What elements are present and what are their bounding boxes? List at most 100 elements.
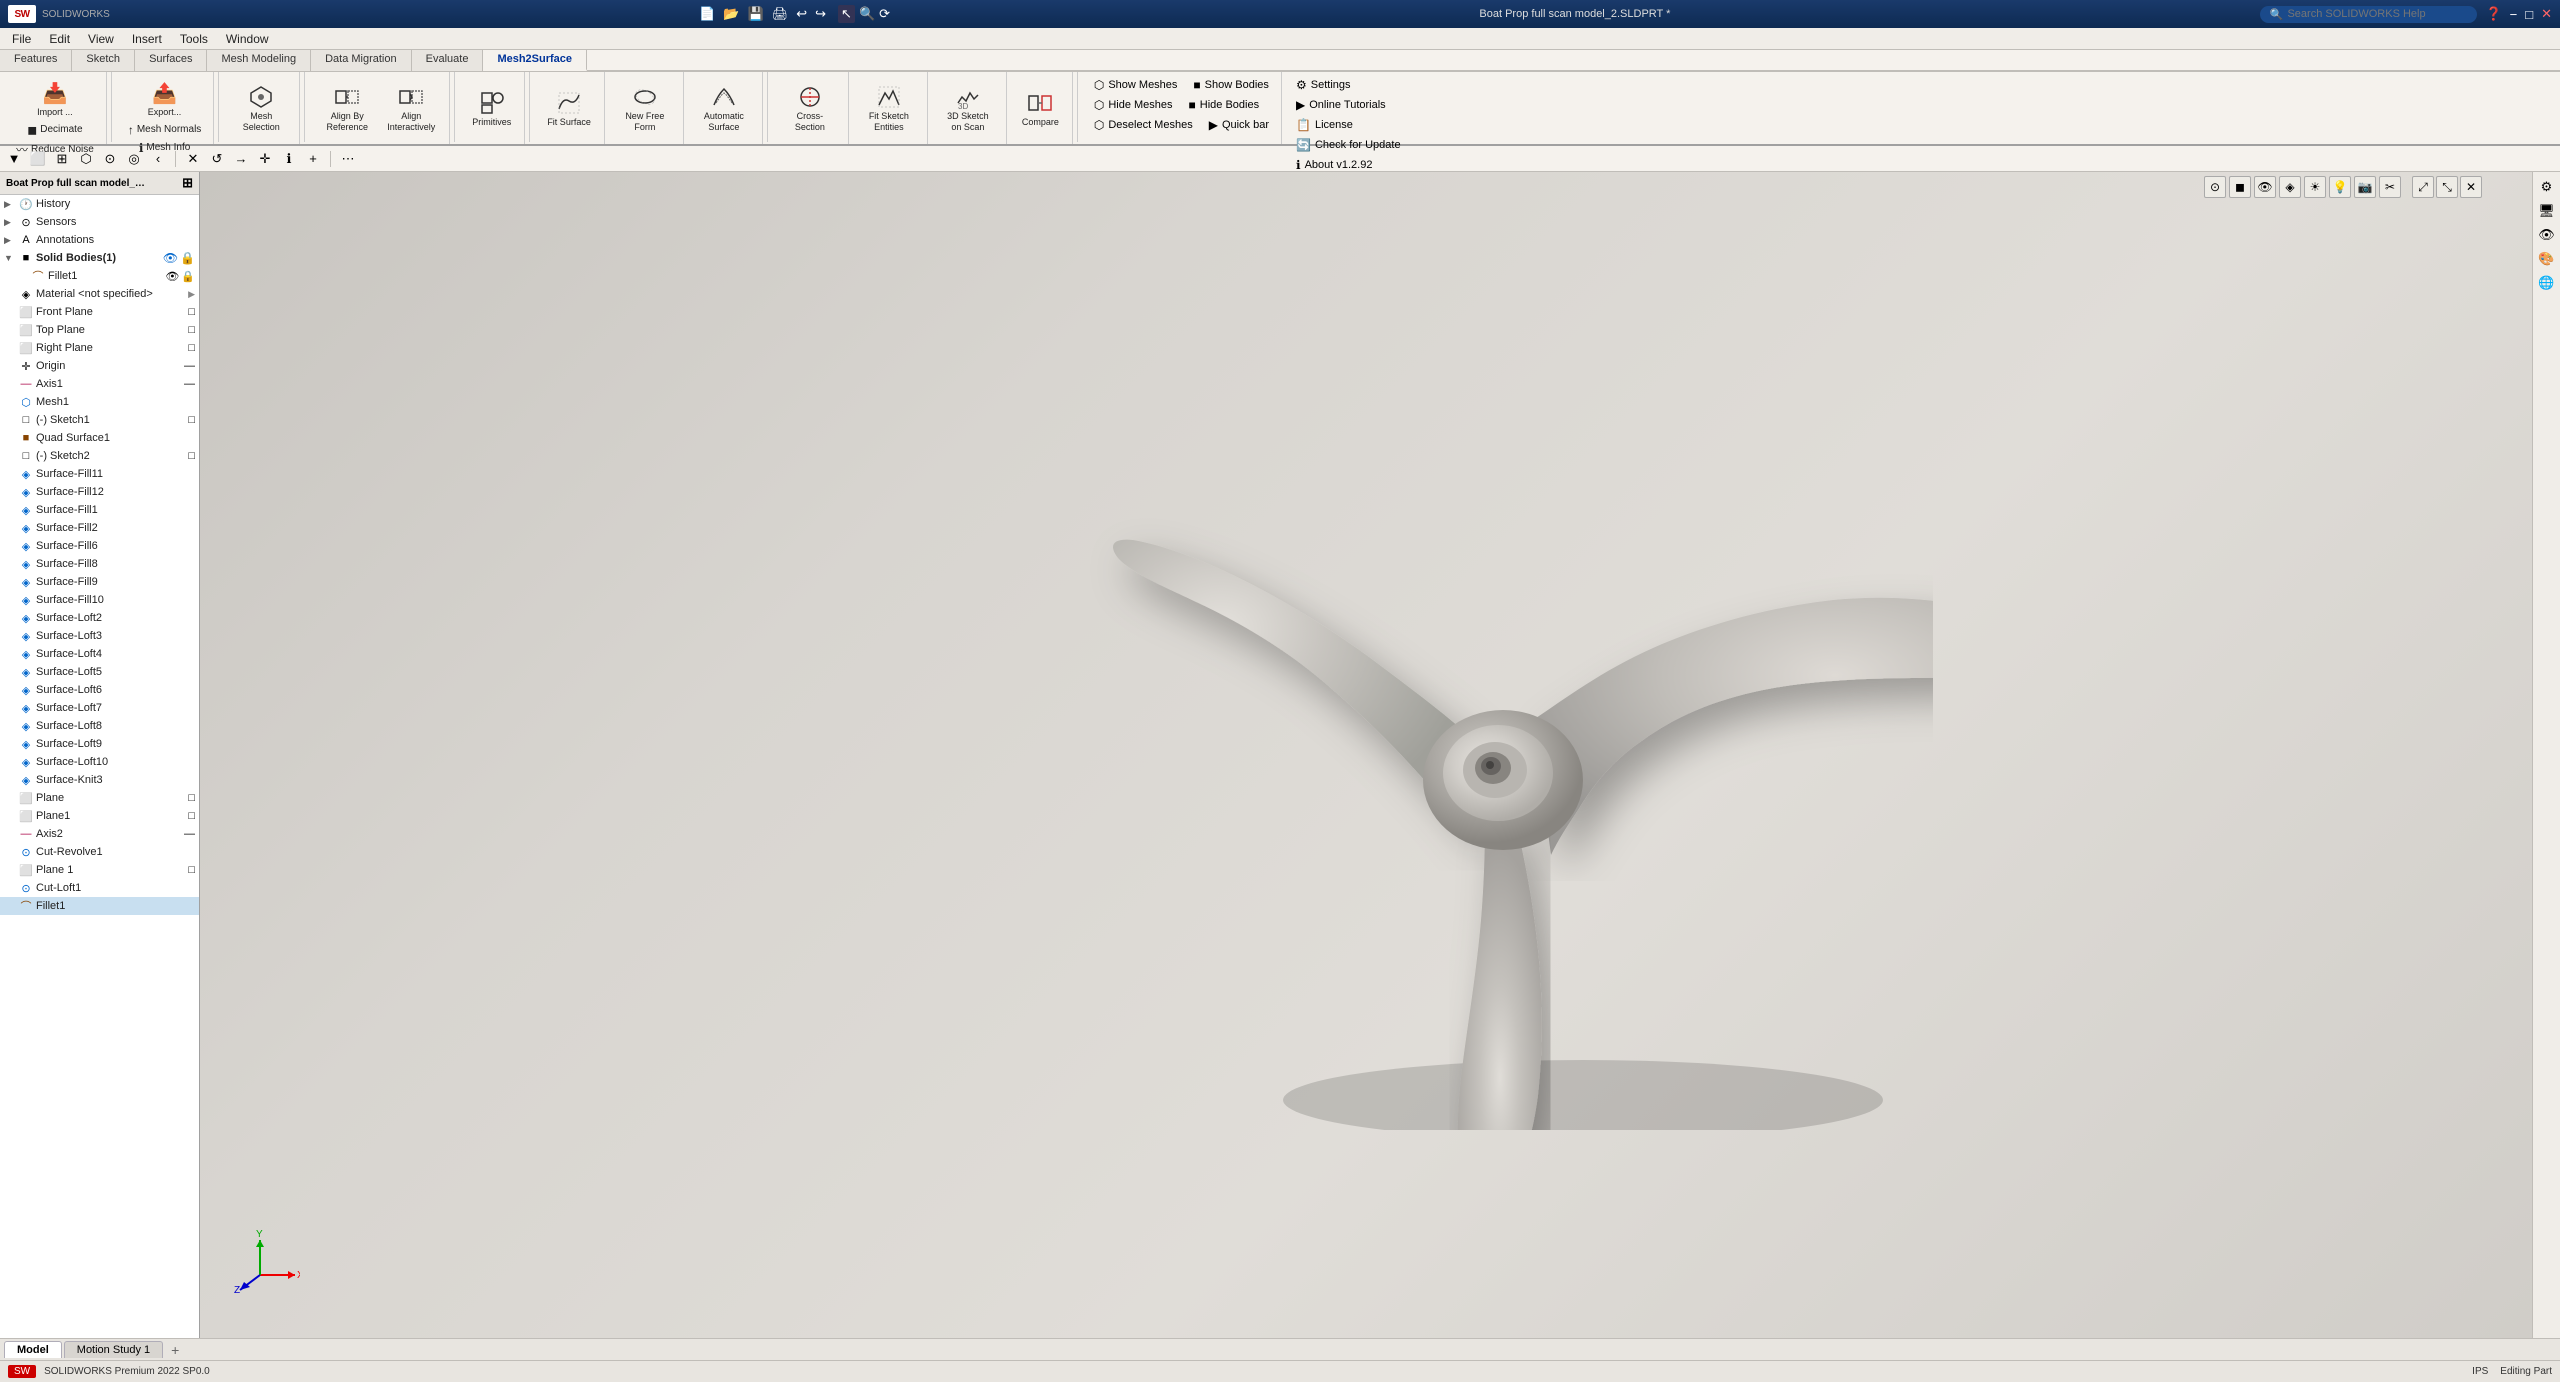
select-icon[interactable]: ↖ bbox=[838, 5, 855, 23]
tree-item-surface-fill1[interactable]: ▶ ◈ Surface-Fill1 bbox=[0, 501, 199, 519]
expand-solid-bodies-icon[interactable]: ▼ bbox=[4, 253, 16, 263]
tree-item-cut-loft1[interactable]: ▶ ⊙ Cut-Loft1 bbox=[0, 879, 199, 897]
tree-item-plane1[interactable]: ▶ ⬜ Plane1 □ bbox=[0, 807, 199, 825]
tree-item-annotations[interactable]: ▶ A Annotations bbox=[0, 231, 199, 249]
3d-sketch-button[interactable]: 3D 3D Sketch on Scan bbox=[938, 80, 998, 136]
front-plane-vis-icon[interactable]: □ bbox=[188, 306, 195, 318]
menu-edit[interactable]: Edit bbox=[41, 30, 78, 48]
qa-grid-icon[interactable]: ⊞ bbox=[52, 149, 72, 169]
deselect-meshes-button[interactable]: ⬡ Deselect Meshes bbox=[1090, 116, 1197, 134]
menu-insert[interactable]: Insert bbox=[124, 30, 170, 48]
tree-item-sketch1[interactable]: ▶ □ (-) Sketch1 □ bbox=[0, 411, 199, 429]
decimate-button[interactable]: ◼ Decimate bbox=[23, 121, 86, 139]
qa-arrow-icon[interactable]: → bbox=[231, 149, 251, 169]
qa-chevron-left-icon[interactable]: ‹ bbox=[148, 149, 168, 169]
right-plane-vis-icon[interactable]: □ bbox=[188, 342, 195, 354]
tree-item-sensors[interactable]: ▶ ⊙ Sensors bbox=[0, 213, 199, 231]
tree-item-surface-fill11[interactable]: ▶ ◈ Surface-Fill11 bbox=[0, 465, 199, 483]
tree-item-quad-surface1[interactable]: ▶ ■ Quad Surface1 bbox=[0, 429, 199, 447]
vp-restore-btn[interactable]: ⤡ bbox=[2436, 176, 2458, 198]
check-update-button[interactable]: 🔄 Check for Update bbox=[1292, 136, 1405, 154]
redo-icon[interactable]: ↪ bbox=[815, 6, 826, 22]
new-file-icon[interactable]: 📄 bbox=[699, 6, 715, 22]
vp-scene-btn[interactable]: ☀ bbox=[2304, 176, 2326, 198]
tree-item-fillet1b[interactable]: ▶ ⌒ Fillet1 bbox=[0, 897, 199, 915]
qa-plus-icon[interactable]: + bbox=[303, 149, 323, 169]
tab-features[interactable]: Features bbox=[0, 50, 72, 71]
qa-lasso-icon[interactable]: ◎ bbox=[124, 149, 144, 169]
tree-item-front-plane[interactable]: ▶ ⬜ Front Plane □ bbox=[0, 303, 199, 321]
tree-item-cut-revolve1[interactable]: ▶ ⊙ Cut-Revolve1 bbox=[0, 843, 199, 861]
menu-window[interactable]: Window bbox=[218, 30, 277, 48]
tree-item-mesh1[interactable]: ▶ ⬡ Mesh1 bbox=[0, 393, 199, 411]
search-input[interactable] bbox=[2287, 8, 2467, 20]
fillet1-vis-icon[interactable]: 👁 bbox=[165, 270, 179, 283]
vp-close-btn[interactable]: ✕ bbox=[2460, 176, 2482, 198]
qa-info-icon[interactable]: ℹ bbox=[279, 149, 299, 169]
menu-file[interactable]: File bbox=[4, 30, 39, 48]
tree-item-history[interactable]: ▶ 🕐 History bbox=[0, 195, 199, 213]
cross-section-button[interactable]: Cross-Section bbox=[780, 80, 840, 136]
tab-mesh2surface[interactable]: Mesh2Surface bbox=[483, 50, 587, 71]
tab-evaluate[interactable]: Evaluate bbox=[412, 50, 484, 71]
online-tutorials-button[interactable]: ▶ Online Tutorials bbox=[1292, 96, 1405, 114]
tree-item-axis1[interactable]: ▶ — Axis1 — bbox=[0, 375, 199, 393]
tree-item-surface-knit3[interactable]: ▶ ◈ Surface-Knit3 bbox=[0, 771, 199, 789]
tab-data-migration[interactable]: Data Migration bbox=[311, 50, 412, 71]
qa-x-icon[interactable]: ✕ bbox=[183, 149, 203, 169]
tree-item-surface-loft9[interactable]: ▶ ◈ Surface-Loft9 bbox=[0, 735, 199, 753]
tree-item-surface-fill10[interactable]: ▶ ◈ Surface-Fill10 bbox=[0, 591, 199, 609]
viewport[interactable]: ⊙ ◼ 👁 ◈ ☀ 💡 📷 ✂ ⤢ ⤡ ✕ bbox=[200, 172, 2532, 1338]
tree-item-axis2[interactable]: ▶ — Axis2 — bbox=[0, 825, 199, 843]
expand-annotations-icon[interactable]: ▶ bbox=[4, 235, 16, 246]
license-button[interactable]: 📋 License bbox=[1292, 116, 1405, 134]
qa-circle-icon[interactable]: ⊙ bbox=[100, 149, 120, 169]
settings-button[interactable]: ⚙ Settings bbox=[1292, 76, 1405, 94]
expand-history-icon[interactable]: ▶ bbox=[4, 199, 16, 210]
sketch1-vis-icon[interactable]: □ bbox=[188, 414, 195, 426]
rotate-icon[interactable]: ⟳ bbox=[879, 6, 890, 22]
tab-surfaces[interactable]: Surfaces bbox=[135, 50, 207, 71]
vp-camera-btn[interactable]: 📷 bbox=[2354, 176, 2376, 198]
vp-section-view-btn[interactable]: ✂ bbox=[2379, 176, 2401, 198]
qa-filter-icon[interactable]: ▼ bbox=[4, 149, 24, 169]
menu-tools[interactable]: Tools bbox=[172, 30, 216, 48]
tree-item-surface-loft5[interactable]: ▶ ◈ Surface-Loft5 bbox=[0, 663, 199, 681]
tab-mesh-modeling[interactable]: Mesh Modeling bbox=[207, 50, 311, 71]
compare-button[interactable]: Compare bbox=[1017, 86, 1064, 131]
qa-select-all-icon[interactable]: ⬜ bbox=[28, 149, 48, 169]
tree-item-surface-loft10[interactable]: ▶ ◈ Surface-Loft10 bbox=[0, 753, 199, 771]
open-file-icon[interactable]: 📂 bbox=[723, 6, 739, 22]
top-plane-vis-icon[interactable]: □ bbox=[188, 324, 195, 336]
align-interactive-button[interactable]: Align Interactively bbox=[381, 80, 441, 136]
mesh-normals-button[interactable]: ↑ Mesh Normals bbox=[124, 121, 205, 139]
tree-item-material[interactable]: ▶ ◈ Material <not specified> ▶ bbox=[0, 285, 199, 303]
tree-item-surface-loft3[interactable]: ▶ ◈ Surface-Loft3 bbox=[0, 627, 199, 645]
plane1b-vis-icon[interactable]: □ bbox=[188, 864, 195, 876]
tab-motion-study1[interactable]: Motion Study 1 bbox=[64, 1341, 163, 1358]
qa-move-icon[interactable]: ✛ bbox=[255, 149, 275, 169]
vp-edit-appearance-btn[interactable]: ◈ bbox=[2279, 176, 2301, 198]
tree-item-sketch2[interactable]: ▶ □ (-) Sketch2 □ bbox=[0, 447, 199, 465]
zoom-icon[interactable]: 🔍 bbox=[859, 6, 875, 22]
tree-item-plane1b[interactable]: ▶ ⬜ Plane 1 □ bbox=[0, 861, 199, 879]
vp-display-style-btn[interactable]: ◼ bbox=[2229, 176, 2251, 198]
tab-sketch[interactable]: Sketch bbox=[72, 50, 135, 71]
help-icon[interactable]: ❓ bbox=[2485, 6, 2501, 22]
tree-item-fillet1[interactable]: ▶ ⌒ Fillet1 👁 🔒 bbox=[12, 267, 199, 285]
tree-item-surface-fill8[interactable]: ▶ ◈ Surface-Fill8 bbox=[0, 555, 199, 573]
align-by-ref-button[interactable]: Align By Reference bbox=[317, 80, 377, 136]
vp-expand-btn[interactable]: ⤢ bbox=[2412, 176, 2434, 198]
save-icon[interactable]: 💾 bbox=[748, 6, 764, 22]
tree-item-surface-loft8[interactable]: ▶ ◈ Surface-Loft8 bbox=[0, 717, 199, 735]
tree-item-surface-loft6[interactable]: ▶ ◈ Surface-Loft6 bbox=[0, 681, 199, 699]
plane-vis-icon[interactable]: □ bbox=[188, 792, 195, 804]
tab-model[interactable]: Model bbox=[4, 1341, 62, 1358]
maximize-btn[interactable]: □ bbox=[2525, 7, 2533, 22]
new-free-form-button[interactable]: New Free Form bbox=[615, 80, 675, 136]
add-tab-icon[interactable]: + bbox=[165, 1342, 185, 1358]
import-button[interactable]: 📥 Import ... bbox=[32, 76, 78, 121]
tree-item-surface-loft4[interactable]: ▶ ◈ Surface-Loft4 bbox=[0, 645, 199, 663]
automatic-surface-button[interactable]: Automatic Surface bbox=[694, 80, 754, 136]
qa-hex-icon[interactable]: ⬡ bbox=[76, 149, 96, 169]
